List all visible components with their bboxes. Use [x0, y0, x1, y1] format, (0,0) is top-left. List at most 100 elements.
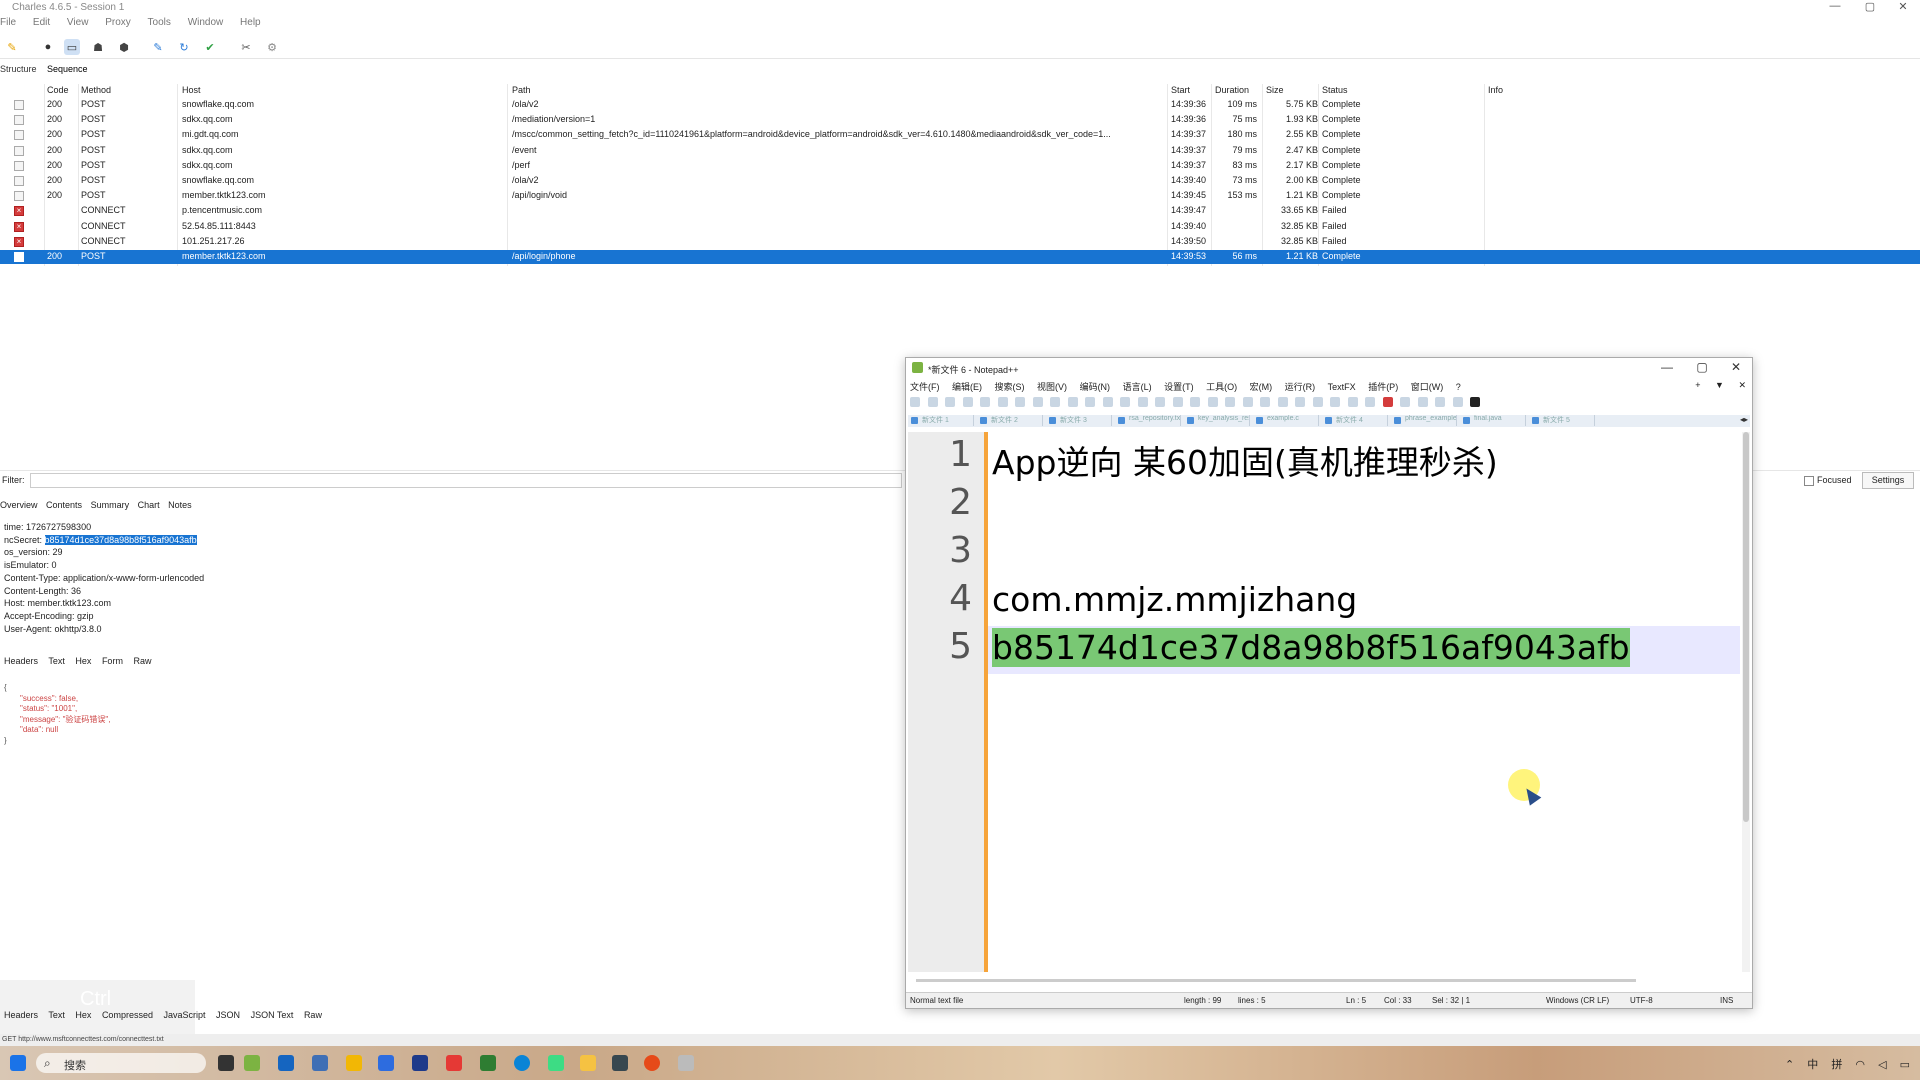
- close-doc-icon[interactable]: ✕: [1738, 380, 1746, 390]
- cut-icon[interactable]: [1032, 397, 1043, 407]
- tab-headers[interactable]: Headers: [4, 656, 38, 666]
- tab-raw[interactable]: Raw: [133, 656, 151, 666]
- charles-taskbar-icon[interactable]: [644, 1055, 660, 1071]
- document-tab[interactable]: 新文件 1: [908, 415, 974, 426]
- tab-raw[interactable]: Raw: [304, 1010, 322, 1020]
- menu-settings[interactable]: 设置(T): [1164, 382, 1194, 392]
- col-size[interactable]: Size: [1266, 85, 1284, 95]
- tab-hex[interactable]: Hex: [75, 1010, 91, 1020]
- refresh-icon[interactable]: ↻: [176, 39, 192, 55]
- tools-icon[interactable]: ✂: [238, 39, 254, 55]
- maximize-icon[interactable]: ▢: [1687, 360, 1717, 374]
- table-row[interactable]: × CONNECT 52.54.85.111:8443 14:39:40 32.85 K…: [0, 220, 1920, 234]
- col-code[interactable]: Code: [47, 85, 69, 95]
- folder-taskbar-icon[interactable]: [580, 1055, 596, 1071]
- run-icon[interactable]: [1470, 397, 1480, 407]
- broom-icon[interactable]: ✎: [4, 39, 20, 55]
- wifi-icon[interactable]: ◠: [1855, 1059, 1865, 1071]
- throttle-icon[interactable]: ▭: [64, 39, 80, 55]
- encoding[interactable]: UTF-8: [1630, 996, 1653, 1005]
- menu-window[interactable]: Window: [188, 17, 224, 28]
- table-row[interactable]: 200 POST sdkx.qq.com/perf 14:39:37 83 ms 2.17…: [0, 159, 1920, 173]
- save-all-icon[interactable]: [962, 397, 973, 407]
- calendar-taskbar-icon[interactable]: [378, 1055, 394, 1071]
- table-row[interactable]: 200 POST mi.gdt.qq.com/mscc/common_setting…: [0, 128, 1920, 142]
- edge-taskbar-icon[interactable]: [514, 1055, 530, 1071]
- ime-icon[interactable]: 中: [1807, 1059, 1818, 1071]
- chevron-up-icon[interactable]: ⌃: [1785, 1059, 1794, 1071]
- menu-language[interactable]: 语言(L): [1123, 382, 1152, 392]
- table-row[interactable]: × CONNECT p.tencentmusic.com 14:39:47 33.65 …: [0, 204, 1920, 218]
- scroll-thumb[interactable]: [1743, 432, 1749, 822]
- app-taskbar-icon[interactable]: [612, 1055, 628, 1071]
- indent-icon[interactable]: [1260, 397, 1270, 407]
- validate-icon[interactable]: ✔: [202, 39, 218, 55]
- menu-view[interactable]: View: [67, 17, 89, 28]
- monitor-icon[interactable]: [1365, 397, 1375, 407]
- menu-edit[interactable]: Edit: [33, 17, 50, 28]
- table-row[interactable]: 200 POST member.tktk123.com/api/login/void…: [0, 189, 1920, 203]
- tab-text[interactable]: Text: [48, 656, 65, 666]
- tab-hex[interactable]: Hex: [75, 656, 91, 666]
- paste-icon[interactable]: [1067, 397, 1078, 407]
- zoom-out-icon[interactable]: [1172, 397, 1183, 407]
- menu-macro[interactable]: 宏(M): [1250, 382, 1273, 392]
- show-all-icon[interactable]: [1242, 397, 1253, 407]
- col-start[interactable]: Start: [1171, 85, 1190, 95]
- terminal-taskbar-icon[interactable]: [480, 1055, 496, 1071]
- record-icon[interactable]: ●: [40, 39, 56, 55]
- selected-text[interactable]: b85174d1ce37d8a98b8f516af9043afb: [992, 628, 1630, 667]
- col-status[interactable]: Status: [1322, 85, 1348, 95]
- redo-icon[interactable]: [1102, 397, 1113, 407]
- menu-help[interactable]: Help: [240, 17, 261, 28]
- close-icon[interactable]: ✕: [1721, 360, 1751, 374]
- minimize-icon[interactable]: —: [1820, 0, 1850, 12]
- taskbar-search[interactable]: ⌕ 搜索: [36, 1053, 206, 1073]
- menu-tools[interactable]: Tools: [148, 17, 171, 28]
- menu-textfx[interactable]: TextFX: [1328, 382, 1356, 392]
- settings-icon[interactable]: ⚙: [264, 39, 280, 55]
- dropdown-icon[interactable]: ▼: [1715, 380, 1724, 390]
- app-taskbar-icon[interactable]: [278, 1055, 294, 1071]
- menu-file[interactable]: File: [0, 17, 16, 28]
- tab-text[interactable]: Text: [48, 1010, 65, 1020]
- menu-window[interactable]: 窗口(W): [1411, 382, 1444, 392]
- close-icon[interactable]: [980, 397, 990, 407]
- document-tab[interactable]: example.c: [1253, 415, 1319, 426]
- record-icon[interactable]: [1382, 397, 1393, 407]
- tab-form[interactable]: Form: [102, 656, 123, 666]
- tab-sequence[interactable]: Sequence: [47, 64, 88, 74]
- tab-summary[interactable]: Summary: [91, 500, 130, 510]
- editor-line[interactable]: b85174d1ce37d8a98b8f516af9043afb: [992, 628, 1630, 667]
- android-taskbar-icon[interactable]: [548, 1055, 564, 1071]
- turtle-icon[interactable]: ☗: [90, 39, 106, 55]
- tab-structure[interactable]: Structure: [0, 64, 37, 74]
- menu-search[interactable]: 搜索(S): [995, 382, 1025, 392]
- battery-icon[interactable]: ▭: [1900, 1059, 1910, 1071]
- notepadpp-taskbar-icon[interactable]: [244, 1055, 260, 1071]
- copy-icon[interactable]: [1050, 397, 1060, 407]
- save-macro-icon[interactable]: [1452, 397, 1463, 407]
- doc-map-icon[interactable]: [1312, 397, 1323, 407]
- stop-icon[interactable]: [1400, 397, 1410, 407]
- menu-proxy[interactable]: Proxy: [105, 17, 131, 28]
- volume-icon[interactable]: ◁: [1878, 1059, 1886, 1071]
- col-method[interactable]: Method: [81, 85, 111, 95]
- office-taskbar-icon[interactable]: [446, 1055, 462, 1071]
- secret-value-selected[interactable]: b85174d1ce37d8a98b8f516af9043afb: [44, 534, 197, 545]
- tab-compressed[interactable]: Compressed: [102, 1010, 153, 1020]
- document-tab[interactable]: key_analysis_results.txt: [1184, 415, 1250, 426]
- document-tab[interactable]: 新文件 2: [977, 415, 1043, 426]
- document-tab[interactable]: rsa_repository.txt: [1115, 415, 1181, 426]
- table-row[interactable]: × CONNECT 101.251.217.26 14:39:50 32.85 KB Fa…: [0, 235, 1920, 249]
- settings-button[interactable]: Settings: [1862, 472, 1914, 489]
- shield-taskbar-icon[interactable]: [346, 1055, 362, 1071]
- vertical-scrollbar[interactable]: [1742, 432, 1750, 972]
- menu-encoding[interactable]: 编码(N): [1080, 382, 1111, 392]
- menu-file[interactable]: 文件(F): [910, 382, 940, 392]
- checkbox-icon[interactable]: [1804, 475, 1814, 486]
- document-tab[interactable]: 新文件 4: [1322, 415, 1388, 426]
- menu-plugins[interactable]: 插件(P): [1368, 382, 1398, 392]
- undo-icon[interactable]: [1085, 397, 1095, 407]
- find-icon[interactable]: [1120, 397, 1130, 407]
